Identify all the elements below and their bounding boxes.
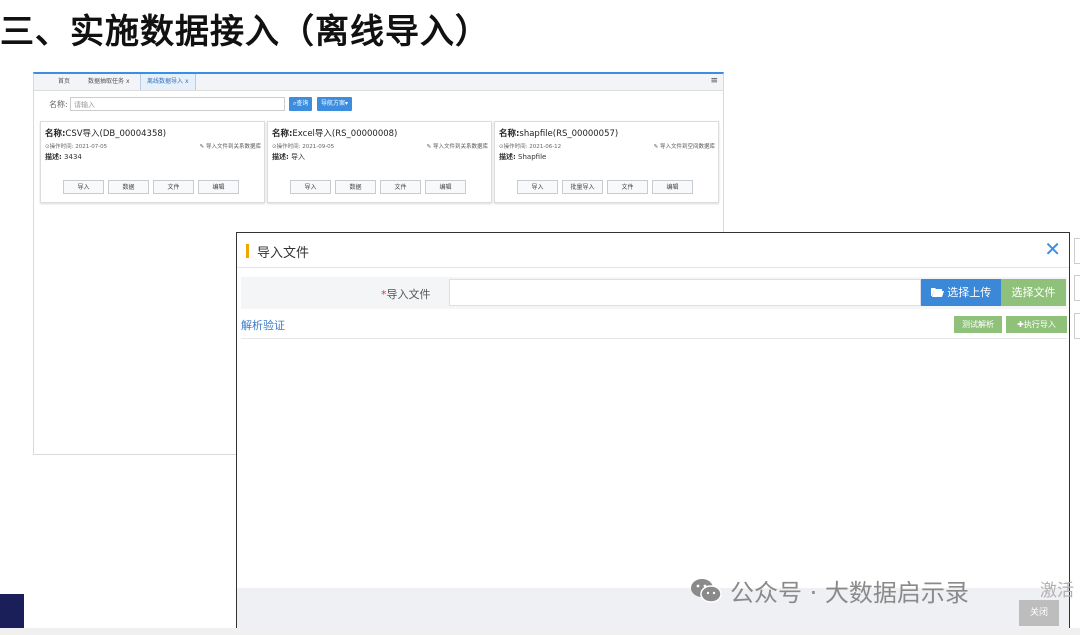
execute-import-button[interactable]: ✚执行导入 [1006,316,1067,333]
upload-button-label: 选择上传 [947,286,992,299]
import-button[interactable]: 导入 [517,180,558,194]
file-button[interactable]: 文件 [380,180,421,194]
side-stub [1074,238,1080,264]
plus-icon: ✚ [1017,320,1024,329]
tab-close-icon[interactable]: x [126,78,130,85]
execute-import-label: 执行导入 [1023,320,1056,329]
edit-icon: ✎ [199,144,205,150]
folder-open-icon [930,286,948,299]
search-input[interactable]: 请输入 [70,97,285,111]
side-stub [1074,275,1080,301]
card-desc: 描述: 导入 [272,153,306,161]
tab-extract-tasks[interactable]: 数据抽取任务 x [82,74,136,90]
select-file-button[interactable]: 选择文件 [1001,279,1066,306]
search-label: 名称: [49,100,68,109]
card-name: 名称:Excel导入(RS_00000008) [272,129,398,139]
plan-button-label: 导航方案 [321,100,346,107]
batch-import-button[interactable]: 批量导入 [562,180,603,194]
import-card: 名称:shapfile(RS_00000057) ⊙操作时间: 2021-06-… [494,121,719,203]
search-button[interactable]: ⌕查询 [289,97,313,111]
tab-close-icon[interactable]: x [185,78,189,85]
import-card: 名称:CSV导入(DB_00004358) ⊙操作时间: 2021-07-05 … [40,121,265,203]
import-file-label: *导入文件 [381,288,431,301]
edit-icon: ✎ [653,144,659,150]
import-card: 名称:Excel导入(RS_00000008) ⊙操作时间: 2021-09-0… [267,121,492,203]
tab-offline-import[interactable]: 离线数据导入 x [140,74,196,90]
card-import-link[interactable]: ✎ 导入文件到空间数据库 [654,142,715,150]
title-accent-bar [246,244,249,258]
chevron-down-icon: ▾ [345,100,349,107]
close-icon[interactable]: ✕ [1044,238,1061,260]
card-name: 名称:CSV导入(DB_00004358) [45,129,167,139]
edit-button[interactable]: 编辑 [425,180,466,194]
upload-button[interactable]: 选择上传 [921,279,1001,306]
tab-label: 离线数据导入 [147,78,184,85]
section-divider [241,338,1067,339]
data-button[interactable]: 数据 [108,180,149,194]
card-name: 名称:shapfile(RS_00000057) [499,129,619,139]
card-time: ⊙操作时间: 2021-06-12 [499,144,562,150]
card-desc: 描述: Shapfile [499,153,547,161]
tab-label: 数据抽取任务 [88,78,125,85]
card-desc: 描述: 3434 [45,153,82,161]
menu-icon[interactable]: ≡ [710,76,718,86]
import-button[interactable]: 导入 [63,180,104,194]
decorative-navy-block [0,594,24,628]
edit-button[interactable]: 编辑 [198,180,239,194]
card-import-link[interactable]: ✎ 导入文件到关系数据库 [427,142,488,150]
modal-title: 导入文件 [257,246,310,261]
slide-title: 三、实施数据接入（离线导入） [0,12,490,52]
close-button[interactable]: 关闭 [1019,600,1059,626]
activate-text: 激活 [1040,581,1074,601]
tab-home[interactable]: 首页 [52,74,76,90]
wechat-watermark: 公众号 · 大数据启示录 [690,573,969,610]
file-button[interactable]: 文件 [153,180,194,194]
test-parse-button[interactable]: 测试解析 [954,316,1002,333]
edit-icon: ✎ [426,144,432,150]
file-button[interactable]: 文件 [607,180,648,194]
import-file-row: *导入文件 选择上传 选择文件 [241,277,1067,309]
edit-button[interactable]: 编辑 [652,180,693,194]
modal-header: 导入文件 ✕ [237,233,1069,268]
card-time: ⊙操作时间: 2021-07-05 [45,144,108,150]
plan-dropdown-button[interactable]: 导航方案▾ [317,97,353,111]
card-time: ⊙操作时间: 2021-09-05 [272,144,335,150]
parse-validate-title: 解析验证 [241,319,285,332]
search-button-label: 查询 [296,100,309,107]
wechat-icon [690,578,722,610]
tab-bar: 首页 数据抽取任务 x 离线数据导入 x ≡ [34,74,723,91]
import-button[interactable]: 导入 [290,180,331,194]
card-import-link[interactable]: ✎ 导入文件到关系数据库 [200,142,261,150]
watermark-text: 公众号 · 大数据启示录 [730,579,969,607]
data-button[interactable]: 数据 [335,180,376,194]
tab-label: 首页 [58,78,71,85]
side-stub [1074,313,1080,339]
bottom-bar [0,628,1080,635]
import-file-input[interactable] [449,279,921,306]
